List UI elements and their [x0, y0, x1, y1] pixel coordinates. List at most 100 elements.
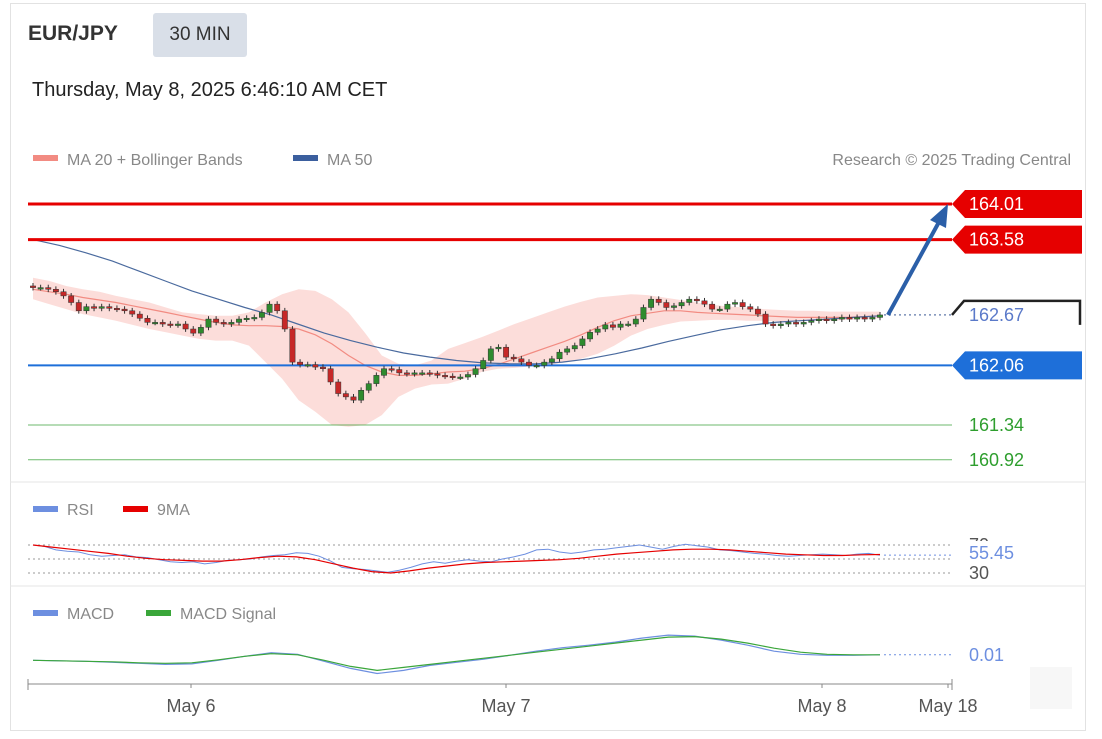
candle-body: [403, 372, 410, 375]
rsi-9ma-line: [32, 544, 881, 574]
candle-body: [182, 323, 189, 330]
candle-body: [243, 317, 250, 320]
legend-swatch-rsi: [33, 506, 58, 512]
candles: [30, 283, 883, 404]
chart-svg: MA 20 + Bollinger Bands MA 50 Research ©…: [10, 152, 1086, 716]
candle-body: [236, 318, 242, 323]
candle-body: [358, 390, 365, 401]
candle-body: [30, 285, 36, 288]
candle-body: [503, 346, 510, 358]
candle-body: [121, 308, 128, 312]
candle-body: [480, 360, 487, 369]
candle-body: [648, 298, 655, 308]
support-label: 160.92: [969, 450, 1024, 470]
candle-body: [342, 393, 349, 398]
candle-body: [861, 317, 868, 320]
candle-body: [83, 306, 90, 312]
legend-swatch-ma50: [293, 155, 318, 161]
candle-body: [45, 287, 52, 290]
candle-body: [579, 338, 586, 346]
legend-swatch-rsi-9ma: [123, 506, 148, 512]
candle-body: [159, 322, 166, 325]
candle-body: [716, 308, 723, 311]
candle-body: [274, 303, 281, 312]
candle-body: [190, 328, 197, 334]
candle-body: [167, 323, 174, 326]
candle-body: [281, 310, 288, 330]
candle-body: [632, 318, 639, 325]
candle-body: [800, 322, 807, 325]
candle-body: [602, 324, 609, 330]
rsi-line: [32, 543, 881, 573]
current-price-label: 162.67: [969, 305, 1024, 325]
candle-body: [327, 368, 334, 383]
candle-body: [571, 345, 578, 350]
candle-body: [426, 372, 433, 375]
candle-body: [434, 373, 441, 376]
forecast-arrow: [886, 204, 948, 316]
candle-body: [350, 396, 357, 401]
candle-body: [732, 302, 738, 305]
candle-body: [129, 310, 136, 315]
candle-body: [625, 323, 632, 326]
rsi-30-label: 30: [969, 563, 989, 583]
candle-body: [98, 306, 105, 309]
x-tick-label: May 7: [481, 696, 530, 716]
scroll-top-button[interactable]: [1030, 667, 1072, 709]
candle-body: [68, 295, 75, 303]
rsi-legend: RSI 9MA: [33, 502, 190, 519]
candle-body: [663, 302, 670, 308]
candle-body: [266, 303, 273, 313]
candle-body: [114, 308, 120, 311]
legend-label-macd-signal: MACD Signal: [180, 606, 276, 623]
candle-body: [144, 317, 151, 323]
candle-body: [335, 381, 342, 394]
legend-swatch-ma20: [33, 155, 58, 161]
bollinger-band: [33, 277, 880, 427]
candle-body: [762, 313, 769, 325]
candle-body: [533, 365, 540, 368]
candle-body: [487, 348, 494, 361]
candle-body: [228, 322, 235, 325]
candle-body: [785, 322, 792, 325]
ma50-line: [32, 239, 881, 365]
legend-label-rsi: RSI: [67, 502, 94, 519]
candle-body: [877, 314, 883, 318]
candle-body: [610, 324, 616, 328]
x-tick-label: May 18: [918, 696, 977, 716]
candle-body: [472, 368, 479, 375]
candle-body: [838, 317, 845, 320]
candle-body: [449, 375, 456, 378]
candle-body: [381, 368, 387, 376]
credit-text: Research © 2025 Trading Central: [832, 152, 1071, 169]
candle-body: [556, 351, 563, 360]
candle-body: [777, 323, 784, 326]
candle-body: [289, 328, 296, 363]
candle-body: [548, 358, 555, 363]
candle-body: [205, 318, 212, 328]
legend-label-ma20: MA 20 + Bollinger Bands: [67, 152, 243, 169]
candle-body: [457, 376, 464, 379]
candle-body: [869, 317, 876, 320]
support-label: 161.34: [969, 415, 1024, 435]
legend-label-macd: MACD: [67, 606, 114, 623]
candle-body: [518, 358, 525, 363]
candle-body: [640, 307, 647, 320]
candle-body: [213, 318, 220, 323]
candle-body: [693, 298, 700, 302]
forecast-arrow-head: [930, 204, 948, 229]
candle-body: [709, 303, 716, 310]
candle-body: [846, 317, 853, 320]
rsi-value-label: 55.45: [969, 543, 1014, 563]
resistance-label: 163.58: [969, 230, 1024, 250]
candle-body: [701, 300, 708, 305]
candle-body: [251, 317, 258, 320]
candle-body: [678, 302, 685, 307]
candle-body: [510, 356, 517, 360]
candle-body: [320, 366, 326, 369]
candle-body: [686, 298, 693, 303]
candle-body: [831, 318, 838, 321]
candle-body: [655, 298, 662, 303]
candle-body: [754, 308, 761, 315]
candle-body: [304, 364, 311, 367]
